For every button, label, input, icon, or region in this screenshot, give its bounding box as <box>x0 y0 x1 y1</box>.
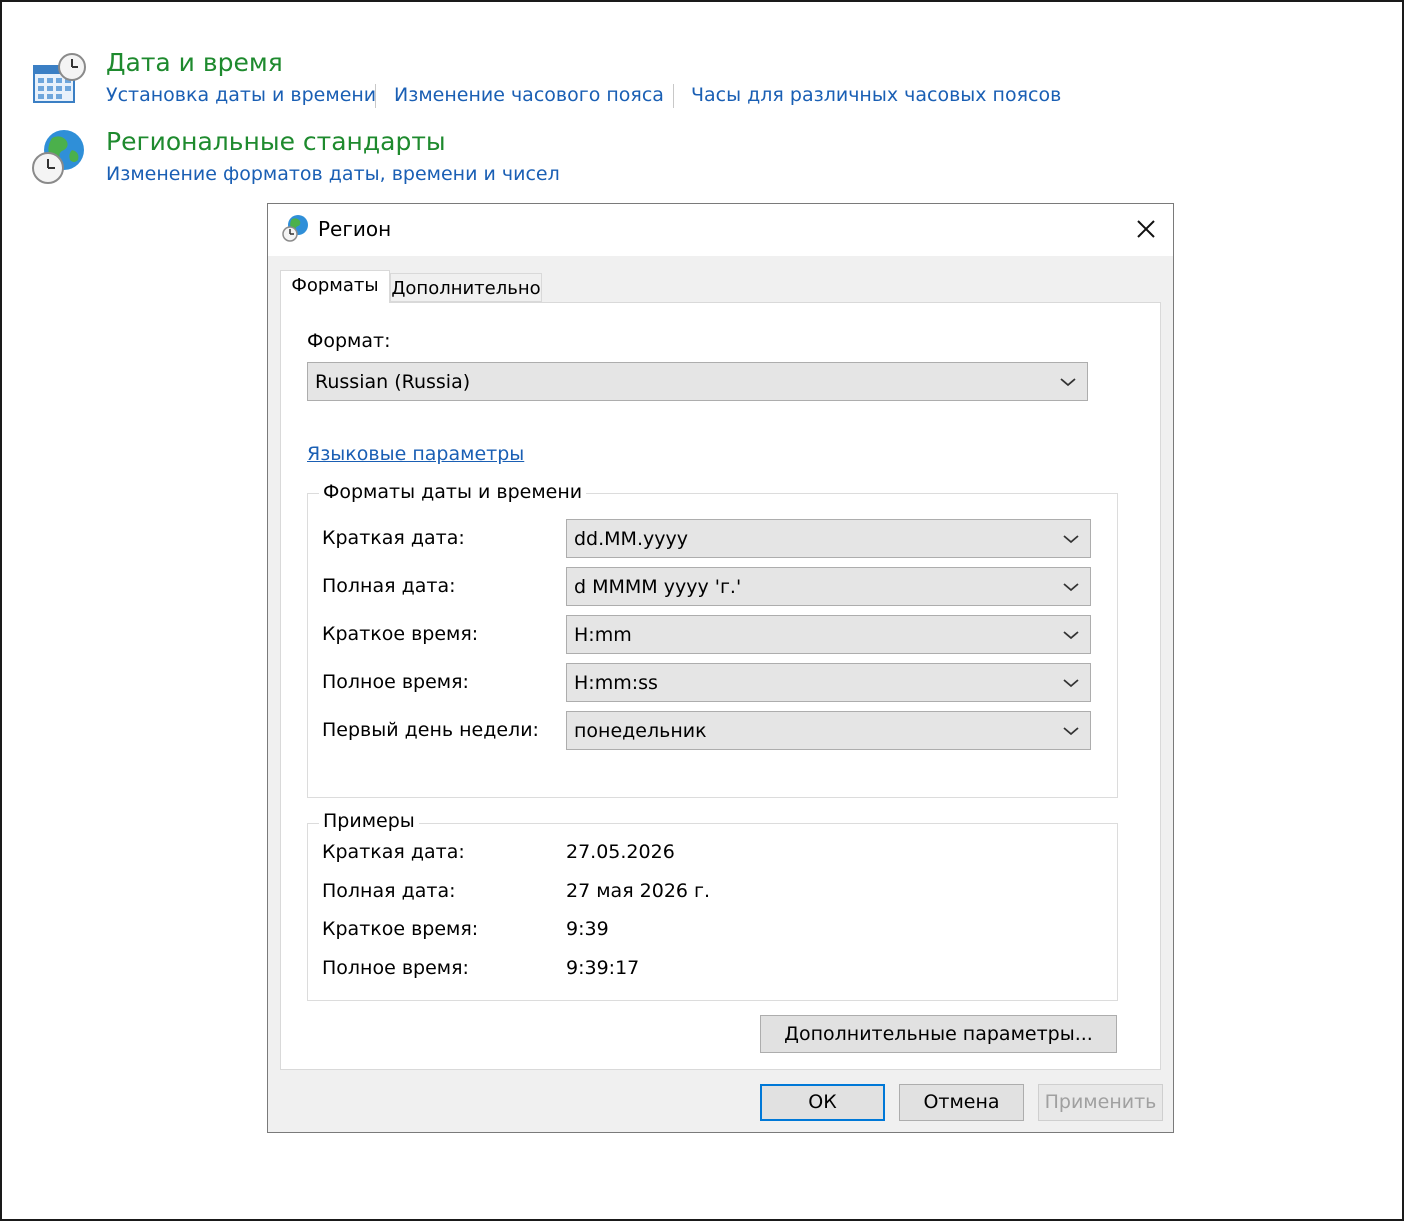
example-long-date-value: 27 мая 2026 г. <box>566 880 711 902</box>
first-day-label: Первый день недели: <box>322 719 539 741</box>
link-change-timezone[interactable]: Изменение часового пояса <box>394 84 664 106</box>
example-short-time-label: Краткое время: <box>322 918 479 940</box>
link-additional-clocks[interactable]: Часы для различных часовых поясов <box>691 84 1061 106</box>
advanced-settings-button[interactable]: Дополнительные параметры... <box>760 1015 1117 1053</box>
short-time-select[interactable]: H:mm <box>566 615 1091 654</box>
tab-formats[interactable]: Форматы <box>280 270 390 303</box>
first-day-value: понедельник <box>574 719 707 742</box>
first-day-select[interactable]: понедельник <box>566 711 1091 750</box>
cancel-button[interactable]: Отмена <box>899 1084 1024 1121</box>
chevron-down-icon <box>1063 678 1079 687</box>
format-select-value: Russian (Russia) <box>315 370 471 393</box>
dialog-titlebar[interactable]: Регион <box>268 204 1173 256</box>
chevron-down-icon <box>1060 377 1076 386</box>
example-long-time-value: 9:39:17 <box>566 957 640 979</box>
long-time-select[interactable]: H:mm:ss <box>566 663 1091 702</box>
region-dialog: Регион Форматы Дополнительно Формат: Rus… <box>267 203 1174 1133</box>
chevron-down-icon <box>1063 534 1079 543</box>
chevron-down-icon <box>1063 630 1079 639</box>
short-date-label: Краткая дата: <box>322 527 465 549</box>
short-date-value: dd.MM.yyyy <box>574 527 688 550</box>
format-select[interactable]: Russian (Russia) <box>307 362 1088 401</box>
tab-additional[interactable]: Дополнительно <box>390 273 542 302</box>
datetime-title[interactable]: Дата и время <box>106 48 283 77</box>
globe-clock-icon[interactable] <box>30 128 88 186</box>
examples-group-title: Примеры <box>319 810 419 832</box>
language-settings-link[interactable]: Языковые параметры <box>307 443 524 465</box>
short-date-select[interactable]: dd.MM.yyyy <box>566 519 1091 558</box>
region-title[interactable]: Региональные стандарты <box>106 127 446 156</box>
example-short-time-value: 9:39 <box>566 918 609 940</box>
long-time-value: H:mm:ss <box>574 671 658 694</box>
short-time-value: H:mm <box>574 623 632 646</box>
calendar-clock-icon[interactable] <box>32 52 88 106</box>
long-date-value: d MMMM yyyy 'г.' <box>574 575 742 598</box>
chevron-down-icon <box>1063 582 1079 591</box>
link-separator <box>673 84 674 108</box>
example-short-date-label: Краткая дата: <box>322 841 465 863</box>
format-label: Формат: <box>307 330 391 352</box>
long-time-label: Полное время: <box>322 671 469 693</box>
date-time-formats-group-title: Форматы даты и времени <box>319 481 587 503</box>
ok-button[interactable]: ОК <box>760 1084 885 1121</box>
example-short-date-value: 27.05.2026 <box>566 841 675 863</box>
long-date-label: Полная дата: <box>322 575 456 597</box>
link-set-date-time[interactable]: Установка даты и времени <box>106 84 376 106</box>
link-separator <box>375 84 376 108</box>
example-long-date-label: Полная дата: <box>322 880 456 902</box>
formats-panel: Формат: Russian (Russia) Языковые параме… <box>280 302 1161 1070</box>
dialog-title: Регион <box>318 217 392 241</box>
globe-icon <box>282 215 308 242</box>
long-date-select[interactable]: d MMMM yyyy 'г.' <box>566 567 1091 606</box>
short-time-label: Краткое время: <box>322 623 479 645</box>
example-long-time-label: Полное время: <box>322 957 469 979</box>
close-icon[interactable] <box>1129 212 1163 246</box>
chevron-down-icon <box>1063 726 1079 735</box>
apply-button[interactable]: Применить <box>1038 1084 1163 1121</box>
link-change-formats[interactable]: Изменение форматов даты, времени и чисел <box>106 163 560 185</box>
